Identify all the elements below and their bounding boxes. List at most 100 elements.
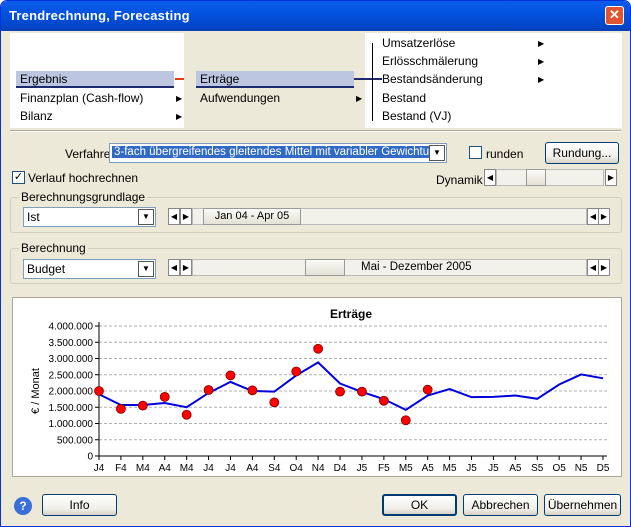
data-point — [422, 384, 433, 395]
data-point — [159, 391, 170, 402]
nav-item-erloesschmaelerung[interactable]: Erlösschmälerung — [378, 53, 548, 70]
data-point — [225, 370, 236, 381]
berechnung-label: Berechnung — [19, 241, 88, 255]
berechnung-range-label: Mai - Dezember 2005 — [361, 261, 472, 273]
dynamik-left-arrow-icon[interactable]: ◀ — [484, 169, 496, 186]
dialog-window: Trendrechnung, Forecasting ✕ Ergebnis Fi… — [0, 0, 631, 527]
x-tick-label: D5 — [597, 463, 610, 474]
x-tick-label: O4 — [290, 463, 304, 474]
y-tick-label: 2.000.000 — [49, 387, 94, 398]
berechnung-select[interactable]: Budget ▼ — [23, 259, 156, 279]
berechnungsgrundlage-label: Berechnungsgrundlage — [19, 190, 148, 204]
berechnungsgrundlage-select[interactable]: Ist ▼ — [23, 207, 156, 227]
ertraege-chart: Erträge € / Monat 0 500.000 1.000.000 1.500.0… — [30, 307, 610, 474]
y-tick-label: 4.000.000 — [49, 322, 94, 333]
x-tick-label: F5 — [378, 463, 390, 474]
dynamik-slider-track[interactable] — [496, 169, 604, 186]
chevron-down-icon[interactable]: ▼ — [429, 145, 445, 161]
nav-item-finanzplan[interactable]: Finanzplan (Cash-flow) — [16, 90, 186, 107]
x-tick-label: J5 — [488, 463, 499, 474]
nav-item-bestand-vj[interactable]: Bestand (VJ) — [378, 108, 548, 125]
nav-item-bestandsaenderung[interactable]: Bestandsänderung — [378, 71, 548, 88]
rundung-button[interactable]: Rundung... — [545, 142, 619, 164]
x-tick-label: J5 — [357, 463, 368, 474]
y-tick-label: 3.000.000 — [49, 354, 94, 365]
data-point — [203, 385, 214, 395]
berechnung-value: Budget — [27, 262, 66, 276]
apply-button[interactable]: Übernehmen — [544, 494, 621, 516]
nav-item-bestand[interactable]: Bestand — [378, 90, 548, 107]
x-tick-label: N4 — [312, 463, 325, 474]
range-right-arrow-icon[interactable]: ▶ — [598, 208, 610, 225]
data-point — [313, 343, 324, 354]
chart-panel: Erträge € / Monat 0 500.000 1.000.000 1.500.0… — [12, 297, 622, 477]
range-left-arrow-icon[interactable]: ◀ — [168, 208, 180, 225]
chevron-right-icon: ▶ — [176, 112, 183, 121]
forecast-line — [98, 361, 604, 411]
x-tick-label: J4 — [94, 463, 105, 474]
grundlage-range-track[interactable]: Jan 04 - Apr 05 — [192, 208, 587, 225]
x-tick-label: N5 — [575, 463, 588, 474]
tree-line — [372, 43, 373, 121]
title-bar[interactable]: Trendrechnung, Forecasting ✕ — [1, 1, 630, 31]
nav-item-ertraege[interactable]: Erträge — [196, 71, 354, 88]
y-tick-label: 500.000 — [57, 435, 94, 446]
grundlage-range-thumb[interactable]: Jan 04 - Apr 05 — [203, 208, 301, 225]
berechnung-range-track[interactable]: Mai - Dezember 2005 — [192, 259, 587, 276]
x-tick-label: S4 — [268, 463, 281, 474]
data-point — [357, 386, 367, 397]
chevron-right-icon: ▶ — [356, 94, 363, 103]
data-point — [247, 385, 258, 396]
info-button[interactable]: Info — [42, 494, 117, 516]
verfahren-select[interactable]: 3-fach übergreifendes gleitendes Mittel … — [109, 143, 447, 163]
x-tick-label: J5 — [466, 463, 477, 474]
verlauf-checkbox[interactable]: ✓ — [12, 171, 25, 184]
x-tick-label: M5 — [399, 463, 413, 474]
data-point — [269, 397, 280, 408]
data-point — [181, 409, 192, 420]
x-tick-label: A4 — [246, 463, 259, 474]
chevron-down-icon[interactable]: ▼ — [138, 261, 154, 277]
x-tick-label: M4 — [136, 463, 150, 474]
dynamik-right-arrow-icon[interactable]: ▶ — [605, 169, 617, 186]
x-tick-label: J4 — [225, 463, 236, 474]
help-icon[interactable]: ? — [14, 497, 32, 515]
runden-label: runden — [486, 147, 524, 161]
nav-item-bilanz[interactable]: Bilanz — [16, 108, 186, 125]
data-point — [291, 366, 302, 377]
range-right-arrow-icon[interactable]: ▶ — [180, 259, 192, 276]
x-tick-label: O5 — [553, 463, 567, 474]
x-tick-label: J4 — [203, 463, 214, 474]
verfahren-value: 3-fach übergreifendes gleitendes Mittel … — [112, 146, 444, 158]
chevron-right-icon: ▶ — [538, 39, 545, 48]
range-left-arrow-icon[interactable]: ◀ — [168, 259, 180, 276]
x-tick-label: A4 — [159, 463, 172, 474]
y-tick-label: 2.500.000 — [49, 370, 94, 381]
chevron-down-icon[interactable]: ▼ — [138, 209, 154, 225]
cancel-button[interactable]: Abbrechen — [463, 494, 538, 516]
runden-checkbox[interactable] — [469, 146, 482, 159]
x-tick-label: D4 — [334, 463, 347, 474]
y-tick-label: 0 — [87, 452, 93, 463]
y-tick-label: 1.500.000 — [49, 403, 94, 414]
range-right-arrow-icon[interactable]: ▶ — [180, 208, 192, 225]
nav-item-ergebnis[interactable]: Ergebnis — [16, 71, 174, 88]
nav-item-umsatzerloese[interactable]: Umsatzerlöse — [378, 35, 548, 52]
close-icon[interactable]: ✕ — [605, 6, 624, 25]
chart-title: Erträge — [330, 307, 372, 321]
navigation-panel: Ergebnis Finanzplan (Cash-flow) ▶ Bilanz… — [10, 33, 622, 128]
data-point — [116, 403, 126, 414]
dynamik-slider-thumb[interactable] — [526, 169, 546, 186]
berechnung-range-thumb[interactable] — [305, 259, 345, 276]
x-tick-label: M5 — [443, 463, 457, 474]
y-tick-label: 3.500.000 — [49, 338, 94, 349]
range-right-arrow-icon[interactable]: ▶ — [598, 259, 610, 276]
ok-button[interactable]: OK — [382, 494, 457, 516]
dynamik-label: Dynamik — [436, 173, 483, 187]
y-axis-label: € / Monat — [30, 368, 42, 414]
data-point — [378, 395, 389, 406]
x-tick-label: M4 — [180, 463, 194, 474]
verlauf-label: Verlauf hochrechnen — [28, 171, 139, 185]
data-point — [400, 415, 411, 426]
nav-item-aufwendungen[interactable]: Aufwendungen — [196, 90, 356, 107]
